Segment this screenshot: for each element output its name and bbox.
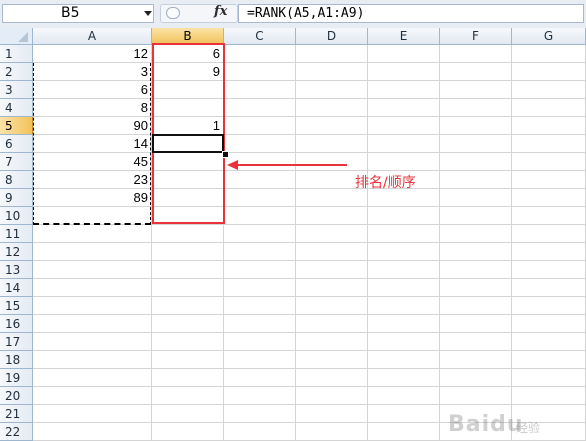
watermark-logo: Baidu: [448, 412, 524, 437]
cell-b8[interactable]: [152, 171, 224, 189]
cell-b3[interactable]: [152, 81, 224, 99]
formula-bar: B5 fx =RANK(A5,A1:A9): [0, 0, 586, 29]
cell-a8[interactable]: 23: [33, 171, 152, 189]
row-header-20[interactable]: 20: [0, 387, 33, 405]
column-header-e[interactable]: E: [368, 28, 440, 45]
row-header-13[interactable]: 13: [0, 261, 33, 279]
cell-a1[interactable]: 12: [33, 45, 152, 63]
row-header-5[interactable]: 5: [0, 117, 33, 135]
insert-function-icon[interactable]: fx: [214, 4, 227, 19]
cell-a9[interactable]: 89: [33, 189, 152, 207]
row-header-8[interactable]: 8: [0, 171, 33, 189]
cell-b2[interactable]: 9: [152, 63, 224, 81]
row-header-1[interactable]: 1: [0, 45, 33, 63]
cell-area: 排名/顺序 12 3 6 8 90 14 45 23 89 6 9 1: [33, 43, 586, 441]
column-header-a[interactable]: A: [33, 28, 152, 45]
row-header-3[interactable]: 3: [0, 81, 33, 99]
annotation-label: 排名/顺序: [355, 175, 416, 191]
row-headers: 1 2 3 4 5 6 7 8 9 10 11 12 13 14 15 16 17 18 19 20 21 22: [0, 45, 33, 441]
cell-b5[interactable]: 1: [152, 117, 224, 135]
row-header-11[interactable]: 11: [0, 225, 33, 243]
cell-b6[interactable]: [152, 135, 224, 153]
cell-b4[interactable]: [152, 99, 224, 117]
cell-a7[interactable]: 45: [33, 153, 152, 171]
cell-b9[interactable]: [152, 189, 224, 207]
select-all-icon: [18, 32, 28, 42]
row-header-10[interactable]: 10: [0, 207, 33, 225]
expand-toggle-icon[interactable]: [166, 7, 180, 19]
cell-a2[interactable]: 3: [33, 63, 152, 81]
row-header-18[interactable]: 18: [0, 351, 33, 369]
column-header-f[interactable]: F: [440, 28, 512, 45]
row-header-12[interactable]: 12: [0, 243, 33, 261]
name-box-dropdown-icon[interactable]: [144, 11, 152, 16]
spreadsheet-grid: ABCDEFG 1 2 3 4 5 6 7 8 9 10 11 12 13 14 15 16 17 18 19 20 2…: [0, 28, 586, 441]
formula-input[interactable]: =RANK(A5,A1:A9): [238, 4, 584, 23]
cell-a3[interactable]: 6: [33, 81, 152, 99]
row-header-7[interactable]: 7: [0, 153, 33, 171]
cell-b7[interactable]: [152, 153, 224, 171]
row-header-22[interactable]: 22: [0, 423, 33, 441]
cell-a5[interactable]: 90: [33, 117, 152, 135]
column-header-g[interactable]: G: [512, 28, 586, 45]
row-header-21[interactable]: 21: [0, 405, 33, 423]
row-header-15[interactable]: 15: [0, 297, 33, 315]
row-header-19[interactable]: 19: [0, 369, 33, 387]
select-all-corner[interactable]: [0, 28, 33, 45]
row-header-2[interactable]: 2: [0, 63, 33, 81]
watermark-suffix: 经验: [516, 421, 541, 435]
column-header-d[interactable]: D: [296, 28, 368, 45]
row-header-4[interactable]: 4: [0, 99, 33, 117]
column-headers: ABCDEFG: [33, 28, 586, 45]
column-header-c[interactable]: C: [224, 28, 296, 45]
row-header-16[interactable]: 16: [0, 315, 33, 333]
cell-a4[interactable]: 8: [33, 99, 152, 117]
row-header-14[interactable]: 14: [0, 279, 33, 297]
row-header-6[interactable]: 6: [0, 135, 33, 153]
row-header-17[interactable]: 17: [0, 333, 33, 351]
cell-b1[interactable]: 6: [152, 45, 224, 63]
row-header-9[interactable]: 9: [0, 189, 33, 207]
cell-a6[interactable]: 14: [33, 135, 152, 153]
name-box[interactable]: B5: [2, 4, 154, 23]
